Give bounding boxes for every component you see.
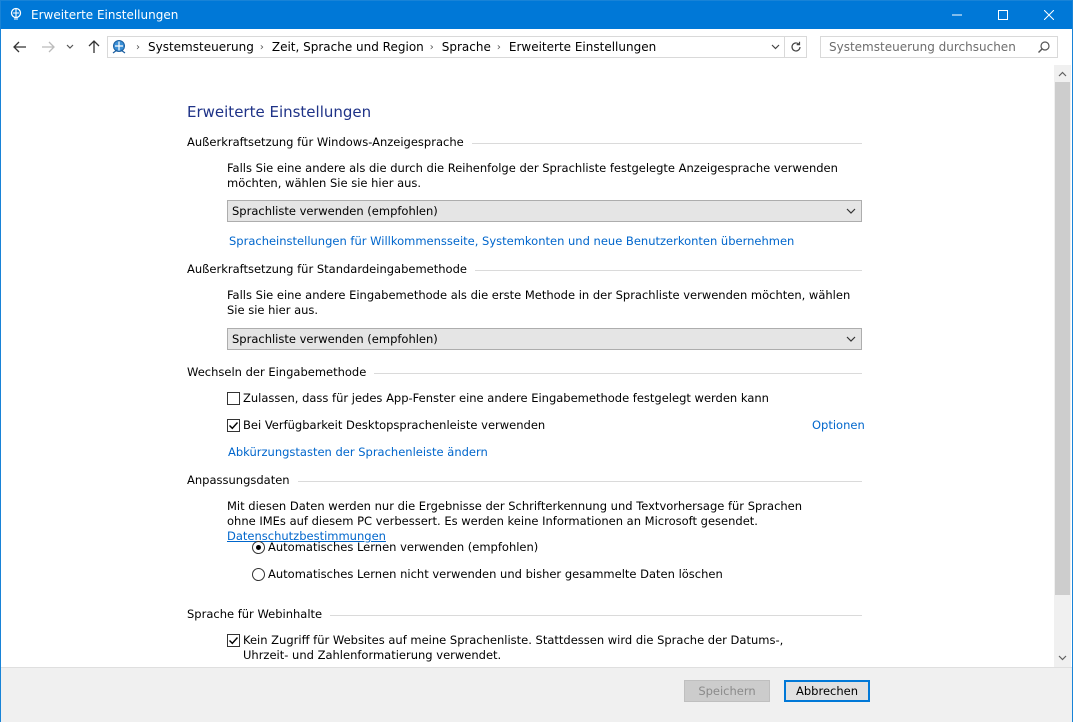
section-input-method: Außerkraftsetzung für Standardeingabemet…: [187, 262, 862, 278]
section-heading: Sprache für Webinhalte: [187, 607, 331, 621]
section-heading: Außerkraftsetzung für Windows-Anzeigespr…: [187, 135, 472, 149]
control-panel-icon: [10, 7, 22, 20]
minimize-button[interactable]: [934, 1, 980, 29]
recent-dropdown-icon: [66, 44, 74, 49]
address-bar[interactable]: › Systemsteuerung › Zeit, Sprache und Re…: [107, 36, 807, 58]
maximize-button[interactable]: [980, 1, 1026, 29]
vertical-scrollbar[interactable]: [1054, 65, 1071, 667]
breadcrumb-systemsteuerung[interactable]: Systemsteuerung: [148, 40, 254, 54]
breadcrumb-separator: ›: [429, 41, 434, 53]
cancel-button[interactable]: Abbrechen: [784, 680, 870, 702]
personalization-description: Mit diesen Daten werden nur die Ergebnis…: [227, 499, 827, 544]
per-app-input-label: Zulassen, dass für jedes App-Fenster ein…: [243, 391, 769, 405]
personalization-description-text: Mit diesen Daten werden nur die Ergebnis…: [227, 499, 803, 528]
language-bar-hotkeys-link[interactable]: Abkürzungstasten der Sprachenleiste ände…: [228, 445, 488, 459]
scrollbar-thumb[interactable]: [1055, 82, 1070, 595]
page-title: Erweiterte Einstellungen: [187, 103, 372, 121]
recent-locations-button[interactable]: [64, 38, 76, 56]
desktop-language-bar-checkbox[interactable]: [227, 419, 240, 432]
breadcrumb-zeit-sprache-region[interactable]: Zeit, Sprache und Region: [272, 40, 424, 54]
display-language-select[interactable]: Sprachliste verwenden (empfohlen): [227, 200, 862, 222]
maximize-icon: [998, 10, 1008, 20]
address-history-dropdown[interactable]: [768, 39, 782, 55]
web-language-list-label: Kein Zugriff für Websites auf meine Spra…: [243, 633, 784, 662]
radio-automatic-learning-on-label: Automatisches Lernen verwenden (empfohle…: [268, 540, 539, 554]
close-button[interactable]: [1026, 1, 1072, 29]
back-button[interactable]: [11, 38, 29, 56]
radio-automatic-learning-on[interactable]: [252, 541, 265, 554]
desktop-language-bar-label: Bei Verfügbarkeit Desktopsprachenleiste …: [243, 418, 546, 432]
input-method-description: Falls Sie eine andere Eingabemethode als…: [227, 288, 851, 317]
breadcrumb-erweiterte-einstellungen[interactable]: Erweiterte Einstellungen: [509, 40, 656, 54]
window: Erweiterte Einstellungen › Systemsteueru…: [0, 0, 1073, 722]
breadcrumb-separator: ›: [136, 41, 140, 53]
section-display-language: Außerkraftsetzung für Windows-Anzeigespr…: [187, 135, 862, 151]
section-personalization: Anpassungsdaten: [187, 473, 862, 489]
close-icon: [1044, 10, 1054, 20]
section-heading: Wechseln der Eingabemethode: [187, 365, 375, 379]
select-value: Sprachliste verwenden (empfohlen): [232, 332, 438, 346]
search-icon[interactable]: [1037, 40, 1051, 54]
display-language-description: Falls Sie eine andere als die durch die …: [227, 161, 838, 190]
input-method-select[interactable]: Sprachliste verwenden (empfohlen): [227, 328, 862, 350]
back-arrow-icon: [13, 41, 26, 53]
title-bar[interactable]: Erweiterte Einstellungen: [1, 1, 1072, 29]
web-language-list-checkbox[interactable]: [227, 634, 240, 647]
up-button[interactable]: [85, 38, 103, 56]
chevron-down-icon: [846, 208, 856, 214]
language-bar-options-link[interactable]: Optionen: [812, 418, 865, 432]
footer: Speichern Abbrechen: [1, 667, 1072, 722]
per-app-input-checkbox[interactable]: [227, 392, 240, 405]
refresh-icon: [790, 41, 801, 52]
radio-automatic-learning-off-label: Automatisches Lernen nicht verwenden und…: [268, 567, 723, 581]
search-input[interactable]: [821, 37, 1031, 57]
chevron-down-icon: [846, 336, 856, 342]
checkmark-icon: [229, 422, 239, 430]
main-content: Erweiterte Einstellungen Außerkraftsetzu…: [1, 65, 1054, 667]
section-heading: Außerkraftsetzung für Standardeingabemet…: [187, 262, 475, 276]
breadcrumb-separator: ›: [259, 41, 264, 53]
navigation-bar: › Systemsteuerung › Zeit, Sprache und Re…: [1, 29, 1072, 65]
minimize-icon: [952, 14, 962, 16]
search-box[interactable]: [820, 36, 1058, 58]
breadcrumb-separator: ›: [496, 41, 501, 53]
section-switching: Wechseln der Eingabemethode: [187, 365, 862, 381]
radio-selected-dot: [256, 545, 261, 550]
chevron-down-icon: [771, 44, 779, 50]
forward-button[interactable]: [39, 38, 57, 56]
breadcrumb-sprache[interactable]: Sprache: [442, 40, 491, 54]
checkmark-icon: [229, 637, 239, 645]
forward-arrow-icon: [42, 41, 55, 53]
select-value: Sprachliste verwenden (empfohlen): [232, 204, 438, 218]
control-panel-icon: [112, 40, 126, 54]
refresh-button[interactable]: [784, 37, 806, 57]
up-arrow-icon: [88, 40, 100, 53]
apply-language-settings-link[interactable]: Spracheinstellungen für Willkommensseite…: [229, 234, 794, 248]
scroll-up-arrow-icon[interactable]: [1058, 69, 1067, 78]
window-title: Erweiterte Einstellungen: [31, 8, 179, 22]
scroll-down-arrow-icon[interactable]: [1058, 653, 1067, 662]
section-web-content: Sprache für Webinhalte: [187, 607, 862, 623]
save-button[interactable]: Speichern: [684, 680, 770, 702]
radio-automatic-learning-off[interactable]: [252, 568, 265, 581]
section-heading: Anpassungsdaten: [187, 473, 298, 487]
